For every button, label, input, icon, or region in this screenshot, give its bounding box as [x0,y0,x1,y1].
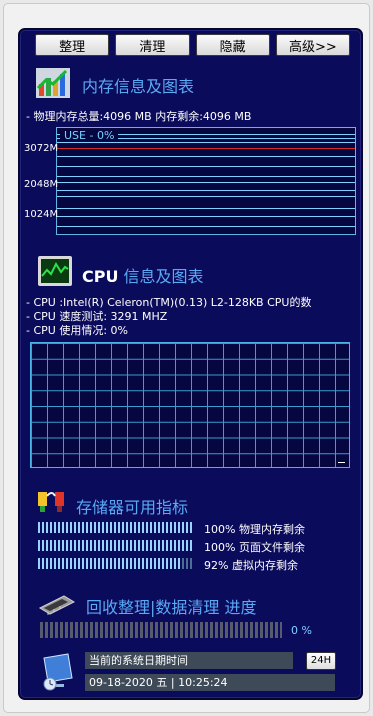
advanced-button[interactable]: 高级>> [275,34,350,56]
recycle-progress-bar [40,622,282,638]
cpu-section-title: CPU 信息及图表 [82,263,204,287]
cpu-title-bold: CPU [82,267,119,286]
toolbar: 整理 清理 隐藏 高级>> [35,34,350,56]
storage-section-title: 存储器可用指标 [76,498,189,517]
cpu-speed-info: - CPU 速度测试: 3291 MHZ [26,310,168,323]
datetime-value: 09-18-2020 五 | 10:25:24 [85,674,335,691]
cpu-model-info: - CPU :Intel(R) Celeron(TM)(0.13) L2-128… [26,296,312,309]
hide-button[interactable]: 隐藏 [195,34,270,56]
virtual-memory-used-segment [181,558,194,569]
clean-button[interactable]: 清理 [115,34,190,56]
physical-memory-bar [38,522,194,533]
monitor-panel: 整理 清理 隐藏 高级>> 内存信息及图表 - 物理内存总量:4096 MB 内… [18,28,363,700]
cpu-usage-graph [30,342,350,468]
page-file-label: 100% 页面文件剩余 [204,541,305,554]
system-clock-icon [43,653,73,691]
virtual-memory-label: 92% 虚拟内存剩余 [204,559,298,572]
axis-label-3072: 3072M [24,143,59,154]
memory-use-label: USE - 0% [60,129,119,142]
storage-indicator-icon [38,492,64,512]
datetime-label: 当前的系统日期时间 [85,652,293,669]
recycle-section-title: 回收整理|数据清理 进度 [86,598,257,617]
app-window: 整理 清理 隐藏 高级>> 内存信息及图表 - 物理内存总量:4096 MB 内… [3,3,370,713]
memory-use-line [57,148,355,149]
axis-label-1024: 1024M [24,209,59,220]
memory-section-title: 内存信息及图表 [82,77,195,96]
virtual-memory-bar [38,558,194,569]
cpu-title-rest: 信息及图表 [118,267,204,286]
page-file-bar [38,540,194,551]
cpu-usage-info: - CPU 使用情况: 0% [26,324,128,337]
memory-chip-icon [38,595,76,615]
axis-label-2048: 2048M [24,179,59,190]
cpu-usage-marker [338,462,345,463]
memory-usage-graph [56,127,356,235]
recycle-progress-text: 0 % [291,624,312,637]
cpu-monitor-icon [38,256,72,286]
memory-chart-icon [36,68,70,98]
memory-total-info: - 物理内存总量:4096 MB 内存剩余:4096 MB [26,110,252,123]
physical-memory-label: 100% 物理内存剩余 [204,523,305,536]
organize-button[interactable]: 整理 [35,34,110,56]
hour-format-button[interactable]: 24H [306,652,336,670]
